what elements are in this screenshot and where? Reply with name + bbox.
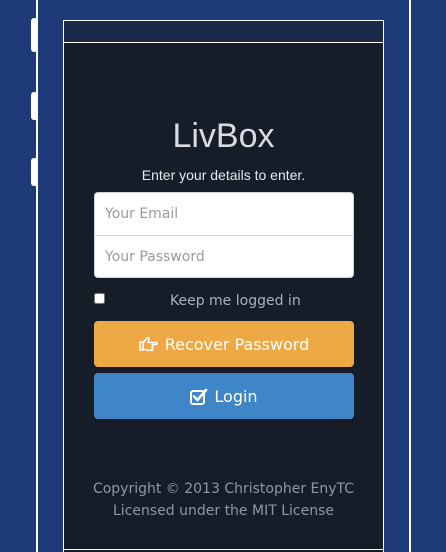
phone-mute-switch	[31, 18, 38, 52]
license-text: Licensed under the MIT License	[113, 503, 334, 519]
copyright-text: Copyright © 2013 Christopher EnyTC	[92, 481, 355, 497]
phone-volume-up-button	[31, 92, 38, 120]
email-field[interactable]	[95, 193, 353, 235]
password-field[interactable]	[95, 236, 353, 277]
footer: Copyright © 2013 Christopher EnyTC Licen…	[64, 478, 383, 522]
status-bar	[64, 21, 383, 43]
remember-me-checkbox[interactable]	[94, 293, 105, 304]
login-instructions: Enter your details to enter.	[141, 167, 306, 183]
remember-me-row: Keep me logged in	[94, 292, 354, 312]
check-square-icon	[190, 388, 208, 405]
app-title: LivBox	[172, 117, 275, 155]
phone-frame-left-edge	[36, 0, 38, 552]
login-label: Login	[214, 386, 258, 406]
hand-pointer-icon	[138, 336, 159, 352]
login-button[interactable]: Login	[94, 373, 354, 419]
credentials-input-group	[94, 192, 354, 278]
phone-frame-right-edge	[409, 0, 411, 552]
recover-password-label: Recover Password	[164, 334, 310, 354]
phone-volume-down-button	[31, 158, 38, 186]
device-mockup: LivBox Enter your details to enter. Keep…	[0, 0, 446, 552]
login-screen: LivBox Enter your details to enter. Keep…	[63, 20, 384, 552]
screen-bottom-edge	[64, 549, 383, 550]
remember-me-label[interactable]: Keep me logged in	[170, 293, 301, 309]
recover-password-button[interactable]: Recover Password	[94, 321, 354, 367]
